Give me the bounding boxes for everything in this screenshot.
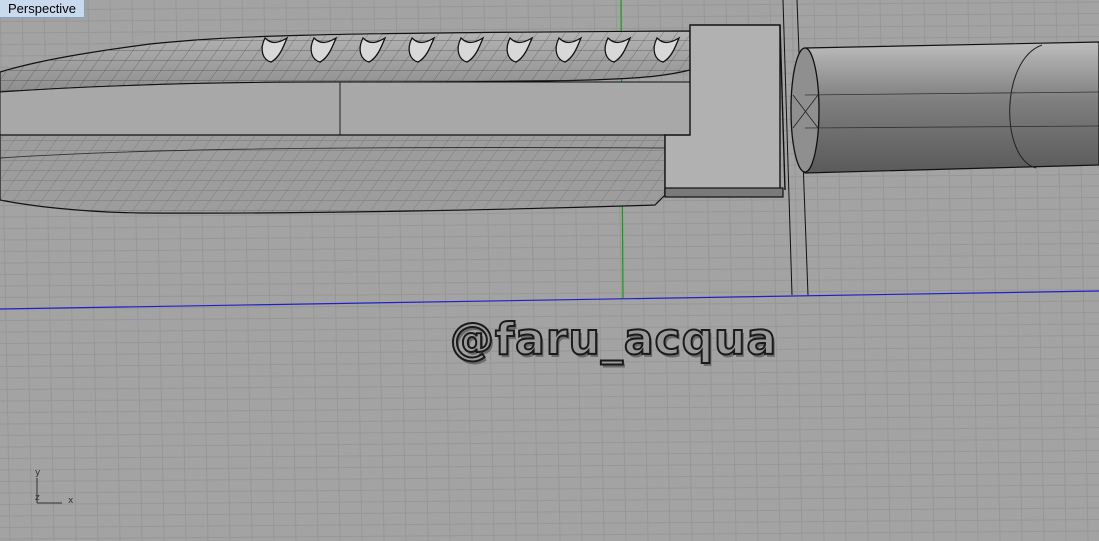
axis-z-label: z xyxy=(35,493,40,503)
axis-x-label: x xyxy=(68,496,74,506)
watermark-text: @faru_acqua xyxy=(449,313,778,366)
axis-widget xyxy=(36,478,62,504)
axis-y-label: y xyxy=(35,468,41,478)
knife-blade[interactable] xyxy=(0,30,691,214)
scene-canvas[interactable] xyxy=(0,0,1099,541)
perspective-viewport[interactable]: Perspective @faru_acqua y z x xyxy=(0,0,1099,541)
viewport-title[interactable]: Perspective xyxy=(0,0,85,18)
handle-cylinder[interactable] xyxy=(790,41,1099,174)
